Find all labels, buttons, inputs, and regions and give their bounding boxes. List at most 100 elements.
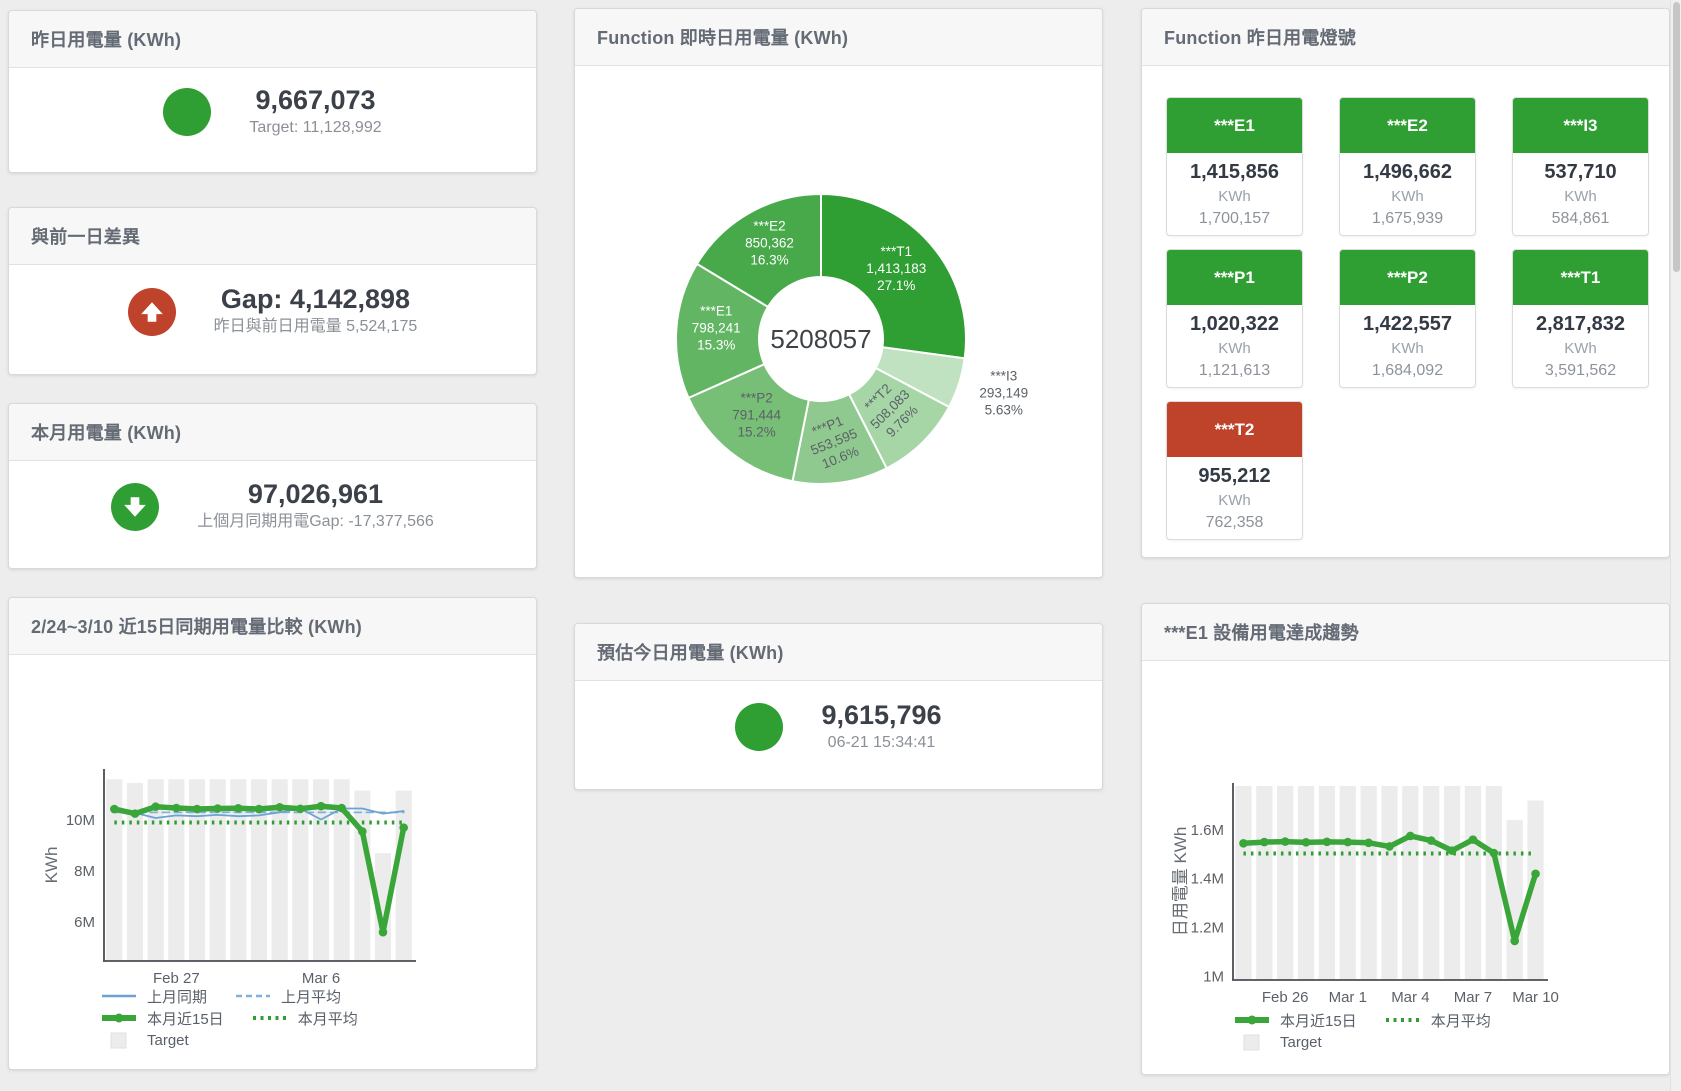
status-circle-icon xyxy=(111,483,159,531)
svg-text:1M: 1M xyxy=(1203,968,1224,985)
svg-text:Mar 4: Mar 4 xyxy=(1391,989,1429,1006)
legend-item-Target[interactable]: Target xyxy=(1232,1033,1322,1051)
panel-e1-trend: ***E1 設備用電達成趨勢 1M1.2M1.4M1.6MFeb 26Mar 1… xyxy=(1141,603,1670,1075)
legend-sample-line-thick-icon xyxy=(99,1009,139,1027)
tile-body: 1,496,662KWh1,675,939 xyxy=(1340,153,1475,231)
svg-text:1.4M: 1.4M xyxy=(1191,871,1224,888)
panel-realtime-usage-donut: Function 即時日用電量 (KWh) ***T11,413,18327.1… xyxy=(574,8,1103,578)
panel-gap-previous-day: 與前一日差異 Gap: 4,142,898 昨日與前日用電量 5,524,175 xyxy=(8,207,537,375)
stat-value: 9,615,796 xyxy=(821,700,941,731)
panel-header[interactable]: Function 昨日用電燈號 xyxy=(1142,9,1669,66)
tile-body: 955,212KWh762,358 xyxy=(1167,457,1302,535)
trend-chart[interactable]: 1M1.2M1.4M1.6MFeb 26Mar 1Mar 4Mar 7Mar 1… xyxy=(1142,661,1670,1006)
legend-sample-bar-icon xyxy=(99,1031,139,1049)
donut-center-value: 5208057 xyxy=(770,324,871,354)
scrollbar[interactable] xyxy=(1670,0,1681,1091)
tile-unit: KWh xyxy=(1167,490,1302,511)
panel-header[interactable]: 與前一日差異 xyxy=(9,208,536,265)
panel-yesterday-usage: 昨日用電量 (KWh) 9,667,073 Target: 11,128,992 xyxy=(8,10,537,173)
tile-value: 2,817,832 xyxy=(1513,311,1648,338)
arrow-up-icon xyxy=(139,299,165,325)
status-tile-T1: ***T12,817,832KWh3,591,562 xyxy=(1512,249,1649,388)
stat-value: 97,026,961 xyxy=(197,479,434,510)
stat-subtitle: 昨日與前日用電量 5,524,175 xyxy=(214,315,418,339)
tile-body: 2,817,832KWh3,591,562 xyxy=(1513,305,1648,383)
legend-item-Target[interactable]: Target xyxy=(99,1031,189,1049)
svg-text:1.6M: 1.6M xyxy=(1191,822,1224,839)
y-axis-label: KWh xyxy=(42,847,61,884)
panel-title: Function 即時日用電量 (KWh) xyxy=(597,24,848,50)
panel-header[interactable]: 2/24~3/10 近15日同期用電量比較 (KWh) xyxy=(9,598,536,655)
legend-label: 本月平均 xyxy=(1431,1010,1491,1031)
status-circle-icon xyxy=(735,703,783,751)
legend-item-本月平均[interactable]: 本月平均 xyxy=(250,1008,358,1029)
panel-body: 1M1.2M1.4M1.6MFeb 26Mar 1Mar 4Mar 7Mar 1… xyxy=(1142,661,1669,1074)
tile-body: 1,020,322KWh1,121,613 xyxy=(1167,305,1302,383)
panel-body: ***T11,413,18327.1%***I3293,1495.63%***T… xyxy=(575,66,1102,577)
dashboard: 昨日用電量 (KWh) 9,667,073 Target: 11,128,992… xyxy=(0,0,1681,1091)
panel-body: 6M8M10MFeb 27Mar 6KWh 上月同期 上月平均本月近15日 本月平均… xyxy=(9,655,536,1069)
panel-title: 昨日用電量 (KWh) xyxy=(31,26,181,52)
tile-unit: KWh xyxy=(1340,186,1475,207)
svg-text:Mar 7: Mar 7 xyxy=(1454,989,1492,1006)
panel-header[interactable]: 本月用電量 (KWh) xyxy=(9,404,536,461)
scrollbar-thumb[interactable] xyxy=(1673,2,1680,272)
stat-timestamp: 06-21 15:34:41 xyxy=(821,731,941,755)
panel-header[interactable]: ***E1 設備用電達成趨勢 xyxy=(1142,604,1669,661)
arrow-down-icon xyxy=(122,494,148,520)
svg-text:1.2M: 1.2M xyxy=(1191,920,1224,937)
panel-title: 預估今日用電量 (KWh) xyxy=(597,639,784,665)
tile-value: 537,710 xyxy=(1513,159,1648,186)
status-tiles-grid: ***E11,415,856KWh1,700,157***E21,496,662… xyxy=(1142,66,1669,557)
donut-chart[interactable]: ***T11,413,18327.1%***I3293,1495.63%***T… xyxy=(575,66,1103,578)
tile-target-value: 762,358 xyxy=(1167,511,1302,535)
stat-value: Gap: 4,142,898 xyxy=(214,284,418,315)
tile-target-value: 3,591,562 xyxy=(1513,359,1648,383)
panel-header[interactable]: 昨日用電量 (KWh) xyxy=(9,11,536,68)
legend-item-本月近15日[interactable]: 本月近15日 xyxy=(99,1008,224,1029)
legend-sample-line-icon xyxy=(99,987,139,1005)
legend-item-本月平均[interactable]: 本月平均 xyxy=(1383,1010,1491,1031)
legend-label: 本月平均 xyxy=(298,1008,358,1029)
tile-value: 1,496,662 xyxy=(1340,159,1475,186)
svg-text:Feb 27: Feb 27 xyxy=(153,970,200,985)
y-axis-label: 日用電量 KWh xyxy=(1171,827,1190,937)
status-tile-E2: ***E21,496,662KWh1,675,939 xyxy=(1339,97,1476,236)
comparison-chart[interactable]: 6M8M10MFeb 27Mar 6KWh xyxy=(9,655,537,985)
tile-unit: KWh xyxy=(1513,338,1648,359)
status-tile-P2: ***P21,422,557KWh1,684,092 xyxy=(1339,249,1476,388)
chart-legend: 本月近15日 本月平均 Target xyxy=(1232,1009,1517,1053)
legend-item-本月近15日[interactable]: 本月近15日 xyxy=(1232,1010,1357,1031)
legend-row: Target xyxy=(99,1029,384,1051)
tile-body: 537,710KWh584,861 xyxy=(1513,153,1648,231)
legend-item-上月平均[interactable]: 上月平均 xyxy=(233,986,341,1007)
tile-name: ***E1 xyxy=(1167,98,1302,153)
legend-sample-line-dotted-icon xyxy=(1383,1011,1423,1029)
panel-title: 2/24~3/10 近15日同期用電量比較 (KWh) xyxy=(31,613,362,639)
tile-target-value: 1,684,092 xyxy=(1340,359,1475,383)
chart-legend: 上月同期 上月平均本月近15日 本月平均 Target xyxy=(99,985,384,1051)
panel-header[interactable]: Function 即時日用電量 (KWh) xyxy=(575,9,1102,66)
tile-name: ***I3 xyxy=(1513,98,1648,153)
tile-unit: KWh xyxy=(1340,338,1475,359)
status-circle-icon xyxy=(128,288,176,336)
panel-today-estimate: 預估今日用電量 (KWh) 9,615,796 06-21 15:34:41 xyxy=(574,623,1103,790)
tile-body: 1,415,856KWh1,700,157 xyxy=(1167,153,1302,231)
stat-value: 9,667,073 xyxy=(249,85,381,116)
status-tile-E1: ***E11,415,856KWh1,700,157 xyxy=(1166,97,1303,236)
tile-name: ***P1 xyxy=(1167,250,1302,305)
legend-row: 上月同期 上月平均 xyxy=(99,985,384,1007)
panel-body: 97,026,961 上個月同期用電Gap: -17,377,566 xyxy=(9,461,536,568)
legend-sample-line-dotted-icon xyxy=(250,1009,290,1027)
tile-value: 1,415,856 xyxy=(1167,159,1302,186)
legend-item-上月同期[interactable]: 上月同期 xyxy=(99,986,207,1007)
panel-body: 9,615,796 06-21 15:34:41 xyxy=(575,681,1102,789)
legend-label: 上月同期 xyxy=(147,986,207,1007)
tile-name: ***E2 xyxy=(1340,98,1475,153)
legend-row: Target xyxy=(1232,1031,1517,1053)
panel-yesterday-status-lights: Function 昨日用電燈號 ***E11,415,856KWh1,700,1… xyxy=(1141,8,1670,558)
panel-header[interactable]: 預估今日用電量 (KWh) xyxy=(575,624,1102,681)
panel-month-usage: 本月用電量 (KWh) 97,026,961 上個月同期用電Gap: -17,3… xyxy=(8,403,537,569)
status-circle-icon xyxy=(163,88,211,136)
status-tile-I3: ***I3537,710KWh584,861 xyxy=(1512,97,1649,236)
